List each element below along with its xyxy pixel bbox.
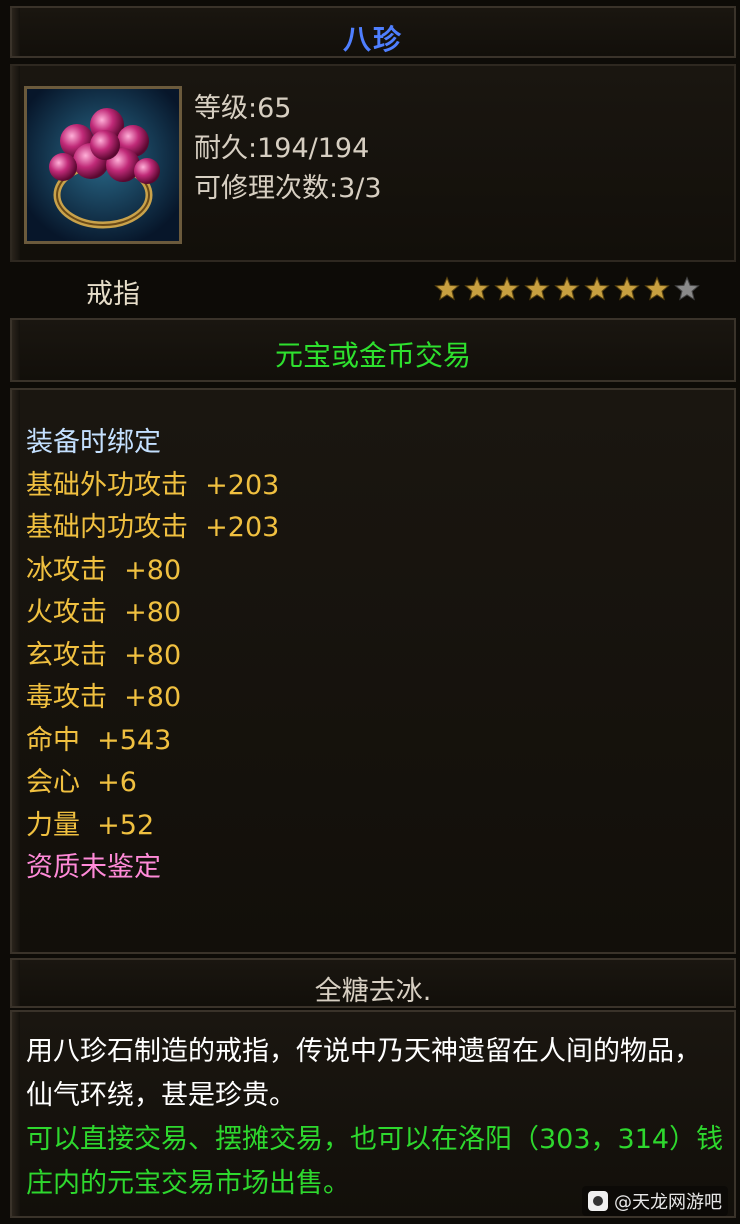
star-icon [434,276,460,301]
attribute-line: 基础内功攻击 +203 [26,512,280,543]
title-bar: 八珍 [10,6,736,58]
trade-type: 元宝或金币交易 [274,339,471,372]
panel-edge [12,390,20,952]
star-icon [524,276,550,301]
attribute-list: 装备时绑定基础外功攻击 +203 基础内功攻击 +203 冰攻击 +80 火攻击 +8… [10,388,736,954]
attribute-line: 火攻击 +80 [26,597,182,628]
item-level: 等级:65 [194,93,292,124]
star-rating [434,276,700,302]
star-icon [674,276,700,301]
star-icon [494,276,520,301]
set-row: 全糖去冰. [10,958,736,1008]
item-name: 八珍 [342,23,403,56]
attribute-line: 冰攻击 +80 [26,554,182,586]
star-icon [584,276,610,301]
attribute-line: 力量 +52 [26,809,155,841]
star-icon [614,276,640,301]
item-repair-count: 可修理次数:3/3 [194,173,382,204]
trade-box: 元宝或金币交易 [10,318,736,382]
attribute-line: 装备时绑定 [26,427,161,458]
item-icon-frame [24,86,182,244]
attribute-line: 命中 +543 [26,724,172,756]
item-durability: 耐久:194/194 [194,133,370,164]
attribute-line: 会心 +6 [26,767,137,798]
watermark: @天龙网游吧 [582,1186,728,1216]
attribute-line: 玄攻击 +80 [26,639,182,671]
item-description: 用八珍石制造的戒指，传说中乃天神遗留在人间的物品，仙气环绕，甚是珍贵。 [26,1036,701,1111]
watermark-text: @天龙网游吧 [614,1192,722,1213]
panel-edge [12,1012,20,1216]
panel-edge [12,66,20,260]
attribute-line: 基础外功攻击 +203 [26,469,280,501]
set-label: 全糖去冰. [314,976,432,1007]
type-row: 戒指 [10,264,736,314]
item-tooltip: 八珍 等级:65 耐久:194/194 可修理次数:3/3 戒指 元宝或金币交易… [0,0,740,1224]
attribute-line: 资质未鉴定 [26,852,161,883]
star-icon [464,276,490,301]
item-info-box: 等级:65 耐久:194/194 可修理次数:3/3 [10,64,736,262]
item-type: 戒指 [86,279,140,310]
ring-icon [27,89,179,241]
attribute-line: 毒攻击 +80 [26,682,182,713]
app-logo-icon [588,1191,608,1211]
star-icon [554,276,580,301]
star-icon [644,276,670,301]
